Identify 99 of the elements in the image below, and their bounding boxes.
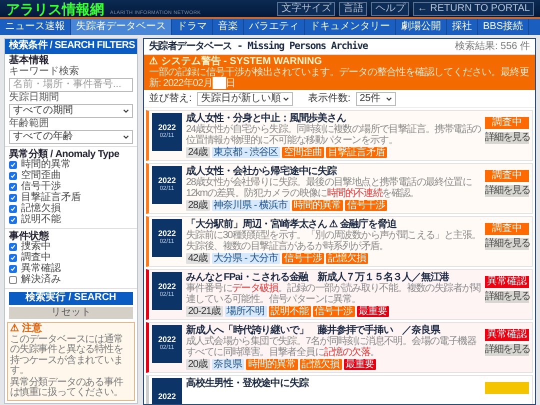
dropdown[interactable]: 失踪日が新しい順 <box>196 92 293 106</box>
checkbox[interactable] <box>9 254 17 262</box>
nav-tab[interactable]: 失踪者データベース <box>71 19 172 35</box>
field-label: キーワード検索 <box>9 66 80 76</box>
case-description: 成人式会場から集団で失踪。7名が同時刻に消息不明。会場の電子機器すべてに同時障害。目撃者全員に記憶の欠落。 <box>186 337 478 358</box>
details-button[interactable]: 詳細を見る <box>485 291 529 303</box>
status-button[interactable]: 異常確認 <box>485 329 529 341</box>
case-title: 高校生男性・登校途中に失踪 <box>186 378 310 389</box>
case-description: 28歳女性が会社帰りに失踪。最後の目撃地点と携帯電話の最終位置に12kmの差異。防犯カメラの映像に時間的不連続を確認。 <box>186 178 473 199</box>
case-tag: 記憶欠損 <box>300 359 342 370</box>
checkbox-label: 信号干渉 <box>21 182 61 192</box>
case-tag: 28歳 <box>186 200 210 211</box>
checkbox[interactable] <box>9 194 17 202</box>
case-title: 成人女性・会社から帰宅途中に失踪 <box>186 166 338 177</box>
details-button[interactable]: 詳細を見る <box>485 344 529 356</box>
header-button[interactable]: ← RETURN TO PORTAL <box>413 2 534 16</box>
case-tag: 20歳 <box>186 359 210 370</box>
date-year: 2022 <box>158 282 176 292</box>
notice-title: ⚠ 注意 <box>10 324 43 334</box>
checkbox-label: 捜索中 <box>21 242 51 252</box>
dropdown[interactable]: すべての年齢 <box>9 130 133 144</box>
case-tag: 信号干渉 <box>312 306 355 317</box>
chevron-icon <box>123 134 129 138</box>
case-tag: 場所不明 <box>224 306 267 317</box>
date-year: 2022 <box>158 392 176 402</box>
checkbox[interactable] <box>9 172 17 180</box>
reset-button[interactable]: リセット <box>9 306 133 318</box>
case-tag: 目撃証言矛盾 <box>326 147 388 158</box>
details-button[interactable]: 詳細を見る <box>485 185 529 197</box>
checkbox[interactable] <box>9 183 17 191</box>
result-count: 検索結果: 556 件 <box>454 40 530 54</box>
checkbox[interactable] <box>9 161 17 169</box>
header-button[interactable]: 言語 <box>339 2 368 16</box>
keyword-input[interactable]: 名前・場所・事件番号... <box>9 78 133 92</box>
case-title: みんなとFPai・こされる金融 新成人７万１５名３人／無江港 <box>186 272 450 283</box>
case-description: 事件番号にデータ破損。記録の一部が読み取り不能。複数の失踪者が関連している可能性。信号パターンに異常。 <box>186 284 481 305</box>
case-tag: 信号干渉 <box>345 200 388 211</box>
case-tag: 時間的異常 <box>292 200 344 211</box>
warning-title: ⚠ システム警告 - SYSTEM WARNING <box>149 56 323 67</box>
checkbox-label: 説明不能 <box>21 215 61 225</box>
case-tag: 記憶欠損 <box>326 253 368 264</box>
chevron-icon <box>123 108 129 112</box>
details-button[interactable]: 詳細を見る <box>485 238 529 250</box>
checkbox-label: 時間的異常 <box>21 160 71 170</box>
section-title: 異常分類 / Anomaly Type <box>9 148 120 160</box>
notice-text: このデータベースには通常の失踪事件と異なる特性を持つケースが含まれています。 <box>10 334 124 376</box>
case-tag: 神奈川県 - 横浜市 <box>212 200 290 211</box>
case-title: 成人女性・分身と中止：風間歩美さん <box>186 113 347 124</box>
panel-title: 検索条件 / SEARCH FILTERS <box>5 39 137 54</box>
section-title: 事件状態 <box>9 230 49 242</box>
warning-text: 一部の記録に信号干渉が検出されています。データの整合性を確認してください。最終更新: 2022年02月██日 <box>149 67 530 89</box>
date-year: 2022 <box>158 229 176 238</box>
notice-text: 異常分類データのある事件は慎重に扱ってください。 <box>10 378 124 398</box>
header-button[interactable]: ヘルプ <box>371 2 410 16</box>
checkbox[interactable] <box>9 243 17 251</box>
checkbox-label: 記憶欠損 <box>21 204 61 214</box>
date-year: 2022 <box>158 123 176 132</box>
case-description: 24歳女性が自宅から失踪。同時刻に複数の場所で目撃証言。携帯電話の位置情報が物理的に不可能な移動パターンを示す。 <box>186 125 481 146</box>
case-tag: 20-21歳 <box>186 306 223 317</box>
case-tag: 24歳 <box>186 147 210 158</box>
case-tag: 42歳 <box>186 253 210 264</box>
case-tag: 空間歪曲 <box>282 147 324 158</box>
case-description: 失踪前に30種類類型を示す。「別の周波数から声が聞こえる」と主張。失踪後、複数の目撃証言があるが時系列が矛盾。 <box>186 231 481 252</box>
checkbox-label: 異常確認 <box>21 264 61 274</box>
checkbox[interactable] <box>9 205 17 213</box>
details-button[interactable]: 詳細を見る <box>485 132 529 144</box>
status-button[interactable]: 異常確認 <box>485 276 529 288</box>
case-tag: 奈良県 <box>212 359 244 370</box>
dropdown[interactable]: 25件 <box>356 92 396 106</box>
case-title: 新成人へ「時代誇り継いで」 藤井参拝で手挿い ／奈良県 <box>186 325 442 336</box>
sort-label: 並び替え: <box>149 92 192 106</box>
field-label: 年齢範囲 <box>9 118 50 128</box>
search-button[interactable]: 検索実行 / SEARCH <box>9 292 133 304</box>
checkbox[interactable] <box>9 216 17 224</box>
checkbox-label: 目撃証言矛盾 <box>21 193 81 203</box>
case-title: 「大分駅前」周辺・宮崎孝太さん ⚠ 金融庁を脅迫 <box>186 219 398 230</box>
case-tag: 信号干渉 <box>282 253 324 264</box>
checkbox[interactable] <box>9 265 17 273</box>
site-logo[interactable]: アラリス情報網 <box>6 2 104 16</box>
checkbox-label: 空間歪曲 <box>21 171 61 181</box>
case-tag: 時間的異常 <box>246 359 298 370</box>
count-label: 表示件数: <box>308 92 351 106</box>
chevron-icon <box>282 96 289 100</box>
section-title: 基本情報 <box>9 56 50 66</box>
case-tag: 最重要 <box>356 306 390 317</box>
case-tag: 説明不能 <box>268 306 311 317</box>
page-title: 失踪者データベース - Missing Persons Archive <box>149 40 368 54</box>
case-tag: 最重要 <box>344 359 376 370</box>
date-year: 2022 <box>158 335 176 344</box>
checkbox-label: 調査中 <box>21 253 51 263</box>
checkbox[interactable] <box>9 276 17 284</box>
dropdown[interactable]: すべての期間 <box>9 104 133 118</box>
chevron-icon <box>386 96 392 100</box>
checkbox-label: 解決済み <box>21 275 61 285</box>
field-label: 失踪日期間 <box>9 92 60 102</box>
case-tag: 東京都 - 渋谷区 <box>212 147 280 158</box>
case-tag: 大分県 - 大分市 <box>212 253 280 264</box>
header-button[interactable]: 文字サイズ <box>277 2 336 16</box>
date-year: 2022 <box>158 176 176 186</box>
